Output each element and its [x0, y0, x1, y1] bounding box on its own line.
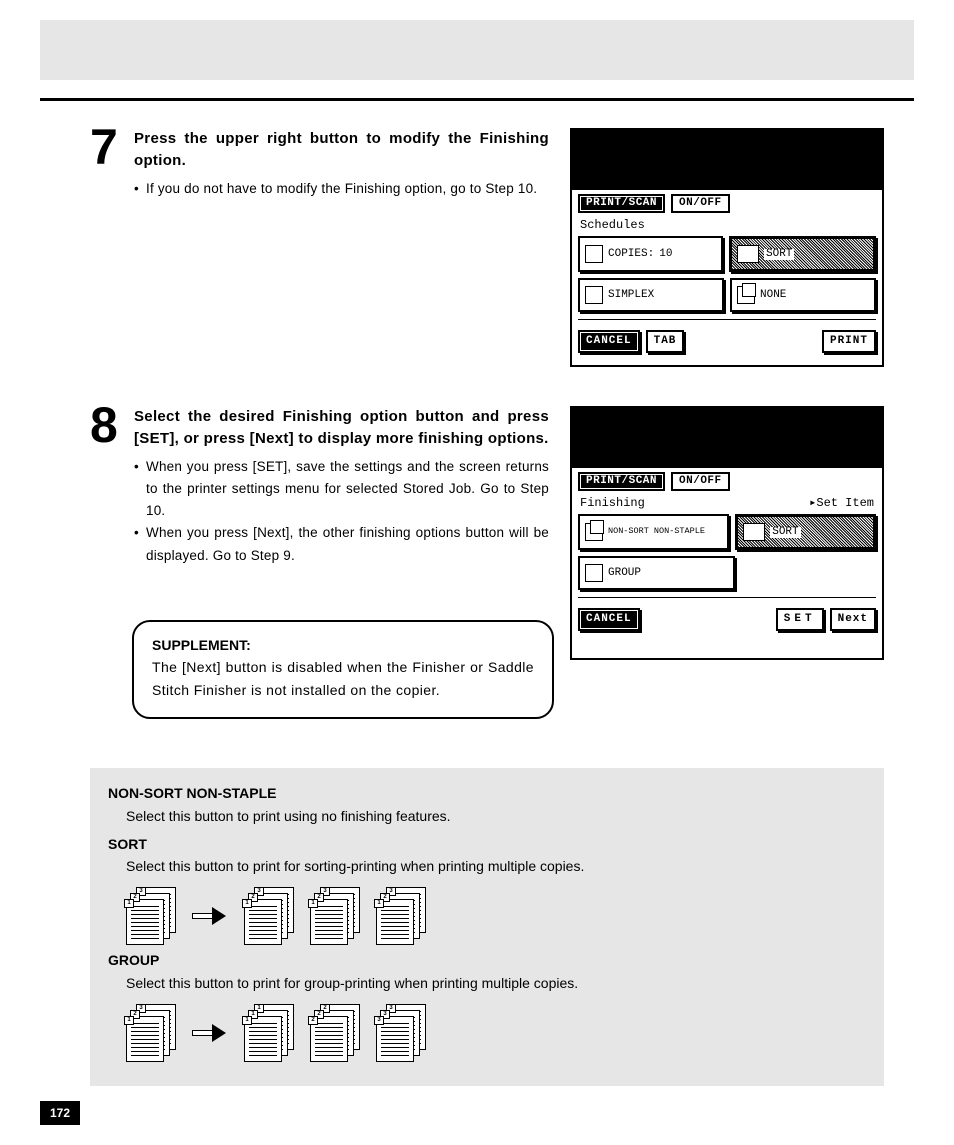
lcd-blackbar: [572, 130, 882, 190]
sort-cell[interactable]: SORT: [735, 514, 876, 550]
nonsort-cell[interactable]: NON-SORT NON-STAPLE: [578, 514, 729, 550]
step-8: 8 Select the desired Finishing option bu…: [90, 406, 549, 567]
lcd-blackbar: [572, 408, 882, 468]
group-label: GROUP: [608, 568, 641, 579]
def-group-desc: Select this button to print for group-pr…: [126, 973, 866, 994]
set-button[interactable]: SET: [776, 608, 824, 631]
simplex-label: SIMPLEX: [608, 290, 654, 301]
page-stack-icon: 111: [244, 1004, 292, 1060]
arrow-icon: [192, 1022, 226, 1042]
def-group-title: GROUP: [108, 951, 866, 971]
sort-diagram: 321 321 321 321: [126, 887, 866, 943]
group-icon: [585, 564, 603, 582]
print-scan-pill[interactable]: PRINT/SCAN: [578, 194, 665, 213]
none-cell[interactable]: NONE: [730, 278, 876, 312]
lcd-subtitle-right: ▸Set Item: [809, 497, 874, 509]
step-heading: Press the upper right button to modify t…: [134, 128, 549, 172]
page-stack-icon: 333: [376, 1004, 424, 1060]
sort-icon: [737, 245, 759, 263]
pages-icon: [585, 523, 603, 541]
step-7: 7 Press the upper right button to modify…: [90, 128, 549, 200]
page-number: 172: [40, 1101, 80, 1125]
step-bullets: If you do not have to modify the Finishi…: [134, 178, 549, 200]
step-heading: Select the desired Finishing option butt…: [134, 406, 549, 450]
def-nonsort-title: NON-SORT NON-STAPLE: [108, 784, 866, 804]
page-stack-icon: 321: [126, 1004, 174, 1060]
bullet: When you press [SET], save the settings …: [134, 456, 549, 523]
page-stack-icon: 222: [310, 1004, 358, 1060]
def-nonsort-desc: Select this button to print using no fin…: [126, 806, 866, 827]
page-stack-icon: 321: [126, 887, 174, 943]
lcd-subtitle-left: Finishing: [580, 497, 645, 509]
group-cell[interactable]: GROUP: [578, 556, 735, 590]
supplement-body: The [Next] button is disabled when the F…: [152, 656, 534, 704]
duplex-icon: [737, 286, 755, 304]
copies-icon: [585, 245, 603, 263]
group-diagram: 321 111 222 333: [126, 1004, 866, 1060]
copies-value: 10: [659, 249, 672, 260]
simplex-icon: [585, 286, 603, 304]
bullet: If you do not have to modify the Finishi…: [134, 178, 549, 200]
none-label: NONE: [760, 290, 786, 301]
page-stack-icon: 321: [244, 887, 292, 943]
definitions-box: NON-SORT NON-STAPLE Select this button t…: [90, 768, 884, 1086]
manual-page: 7 Press the upper right button to modify…: [0, 0, 954, 1145]
step-number: 8: [90, 400, 118, 450]
cancel-button[interactable]: CANCEL: [578, 608, 640, 631]
onoff-pill[interactable]: ON/OFF: [671, 194, 730, 213]
supplement-title: SUPPLEMENT:: [152, 636, 534, 656]
supplement-box: SUPPLEMENT: The [Next] button is disable…: [132, 620, 554, 719]
step-number: 7: [90, 122, 118, 172]
lcd-panel-schedules: PRINT/SCAN ON/OFF Schedules COPIES: 10 S…: [570, 128, 884, 367]
lcd-separator: [578, 597, 876, 598]
lcd-panel-finishing: PRINT/SCAN ON/OFF Finishing ▸Set Item NO…: [570, 406, 884, 660]
bullet: When you press [Next], the other finishi…: [134, 522, 549, 567]
def-sort-desc: Select this button to print for sorting-…: [126, 856, 866, 877]
lcd-separator: [578, 319, 876, 320]
page-stack-icon: 321: [310, 887, 358, 943]
sort-icon: [743, 523, 765, 541]
copies-cell[interactable]: COPIES: 10: [578, 236, 723, 272]
page-stack-icon: 321: [376, 887, 424, 943]
tab-button[interactable]: TAB: [646, 330, 685, 353]
simplex-cell[interactable]: SIMPLEX: [578, 278, 724, 312]
sort-label: SORT: [764, 249, 794, 260]
print-button[interactable]: PRINT: [822, 330, 876, 353]
next-button[interactable]: Next: [830, 608, 876, 631]
def-sort-title: SORT: [108, 835, 866, 855]
step-bullets: When you press [SET], save the settings …: [134, 456, 549, 567]
sort-cell[interactable]: SORT: [729, 236, 876, 272]
copies-label: COPIES:: [608, 249, 654, 260]
nonsort-label: NON-SORT NON-STAPLE: [608, 527, 705, 536]
onoff-pill[interactable]: ON/OFF: [671, 472, 730, 491]
sort-label: SORT: [770, 527, 800, 538]
lcd-subtitle: Schedules: [572, 217, 882, 233]
arrow-icon: [192, 905, 226, 925]
cancel-button[interactable]: CANCEL: [578, 330, 640, 353]
print-scan-pill[interactable]: PRINT/SCAN: [578, 472, 665, 491]
header-rule: [40, 98, 914, 101]
header-band: [40, 20, 914, 80]
